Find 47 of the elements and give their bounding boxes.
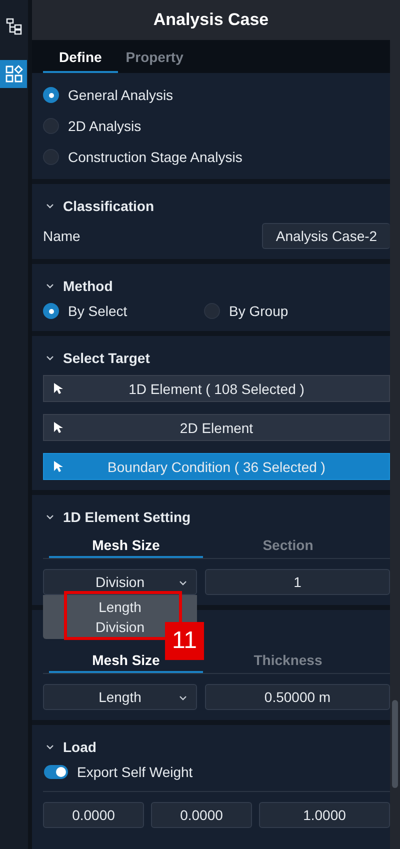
radio-button[interactable]: [43, 87, 59, 103]
select-target-button[interactable]: 2D Element: [43, 414, 390, 441]
grid-icon: [5, 65, 23, 83]
cursor-icon: [53, 421, 63, 434]
chevron-icon: [179, 580, 187, 586]
menu-item[interactable]: Length: [98, 597, 142, 617]
section-title: Select Target: [63, 350, 150, 366]
tab[interactable]: Property: [118, 40, 192, 73]
tab[interactable]: Mesh Size: [49, 534, 203, 558]
chevron-icon[interactable]: [46, 355, 54, 361]
chevron-icon[interactable]: [46, 203, 54, 209]
radio-label: 2D Analysis: [68, 118, 142, 134]
value-field[interactable]: 0.0000: [151, 802, 252, 828]
radio-label: Construction Stage Analysis: [68, 149, 242, 165]
select-target-button[interactable]: 1D Element ( 108 Selected ): [43, 375, 390, 402]
radio-label: By Group: [229, 303, 288, 319]
chevron-icon[interactable]: [46, 744, 54, 750]
cursor-icon: [53, 460, 63, 473]
chevron-icon[interactable]: [46, 283, 54, 289]
radio-label: General Analysis: [68, 87, 174, 103]
section-title: Classification: [63, 198, 154, 214]
radio-label: By Select: [68, 303, 128, 319]
select-target-button[interactable]: Boundary Condition ( 36 Selected ): [43, 453, 390, 480]
section-title: Load: [63, 739, 96, 755]
panel-title: Analysis Case: [32, 0, 390, 40]
chevron-icon[interactable]: [46, 514, 54, 520]
mesh-size-dropdown[interactable]: Division: [43, 569, 197, 595]
section-title: 1D Element Setting: [63, 509, 191, 525]
section-title: Method: [63, 278, 113, 294]
menu-item[interactable]: Division: [95, 617, 144, 637]
value-field[interactable]: 0.50000 m: [205, 684, 390, 710]
name-label: Name: [43, 228, 80, 244]
toggle-switch[interactable]: [44, 765, 68, 779]
value-field[interactable]: 0.0000: [43, 802, 144, 828]
tab[interactable]: Thickness: [211, 649, 365, 673]
toggle-label: Export Self Weight: [77, 764, 193, 780]
cursor-icon: [53, 382, 63, 395]
tab[interactable]: Section: [211, 534, 365, 558]
mesh-size-dropdown[interactable]: Length: [43, 684, 197, 710]
chevron-icon: [179, 695, 187, 701]
scrollbar[interactable]: [390, 0, 400, 849]
tree-icon: [5, 17, 23, 35]
value-field[interactable]: 1: [205, 569, 390, 595]
name-field[interactable]: Analysis Case-2: [262, 223, 390, 249]
annotation-badge: 11: [165, 622, 204, 660]
radio-button[interactable]: [43, 303, 59, 319]
value-field[interactable]: 1.0000: [259, 802, 390, 828]
